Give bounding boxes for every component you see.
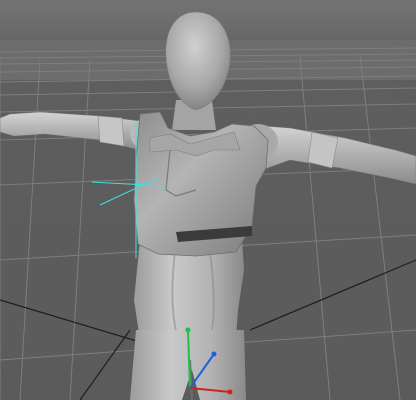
gizmo-z-handle[interactable] [211, 351, 217, 357]
viewport-scene[interactable] [0, 0, 416, 400]
gizmo-x-handle[interactable] [227, 389, 233, 395]
head[interactable] [165, 11, 231, 111]
left-cuff [97, 115, 125, 147]
left-arm[interactable] [0, 111, 149, 151]
gizmo-y-handle[interactable] [185, 327, 191, 333]
3d-viewport[interactable] [0, 0, 416, 400]
